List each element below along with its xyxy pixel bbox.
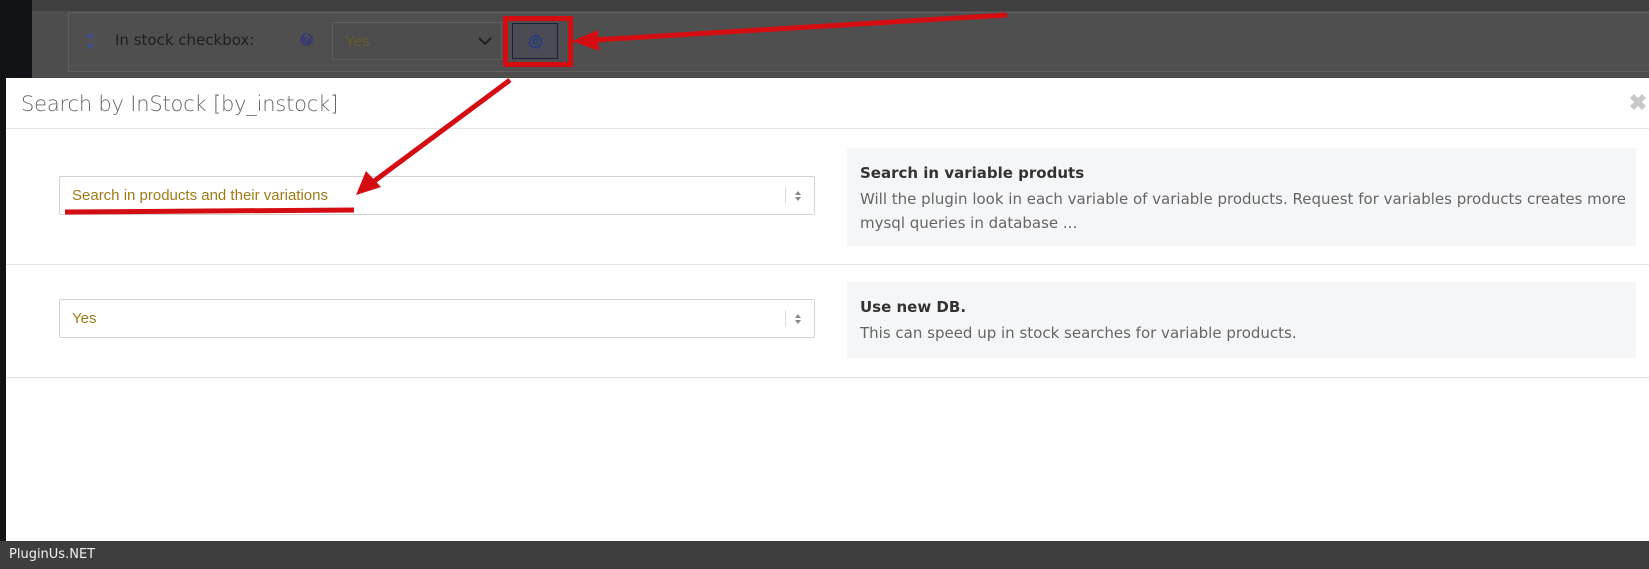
footer-brand: PluginUs.NET	[9, 547, 96, 562]
search-variations-select[interactable]: Search in products and their variations	[59, 176, 815, 215]
option-description-title: Search in variable produts	[860, 164, 1085, 182]
close-icon[interactable]: ✖	[1627, 92, 1649, 114]
option-row-variations: Search in products and their variations …	[6, 129, 1649, 265]
option-description-text: This can speed up in stock searches for …	[860, 324, 1297, 342]
search-variations-select-value: Search in products and their variations	[72, 187, 328, 204]
sort-handle-icon[interactable]	[84, 30, 96, 52]
gear-highlight-box	[503, 16, 573, 67]
instock-select-value: Yes	[345, 33, 370, 50]
footer-bar: PluginUs.NET	[0, 541, 1649, 569]
use-new-db-select[interactable]: Yes	[59, 299, 815, 338]
modal-header: Search by InStock [by_instock] ✖	[6, 78, 1649, 129]
settings-modal: Search by InStock [by_instock] ✖ Search …	[6, 78, 1649, 541]
field-label: In stock checkbox:	[115, 31, 255, 49]
option-description: Search in variable produts Will the plug…	[847, 148, 1636, 246]
option-description-text: Will the plugin look in each variable of…	[860, 190, 1627, 232]
chevron-down-icon	[478, 37, 492, 46]
option-row-new-db: Yes Use new DB. This can speed up in sto…	[6, 265, 1649, 378]
select-arrows-icon	[795, 191, 801, 201]
option-description: Use new DB. This can speed up in stock s…	[847, 282, 1636, 358]
background-topbar	[32, 0, 1649, 11]
select-arrows-icon	[795, 314, 801, 324]
modal-title: Search by InStock [by_instock]	[21, 92, 339, 116]
question-circle-icon[interactable]: ?	[300, 33, 313, 46]
select-divider	[785, 187, 786, 204]
select-divider	[785, 310, 786, 327]
instock-select[interactable]: Yes	[332, 22, 502, 60]
use-new-db-select-value: Yes	[72, 310, 97, 327]
option-description-title: Use new DB.	[860, 298, 967, 316]
